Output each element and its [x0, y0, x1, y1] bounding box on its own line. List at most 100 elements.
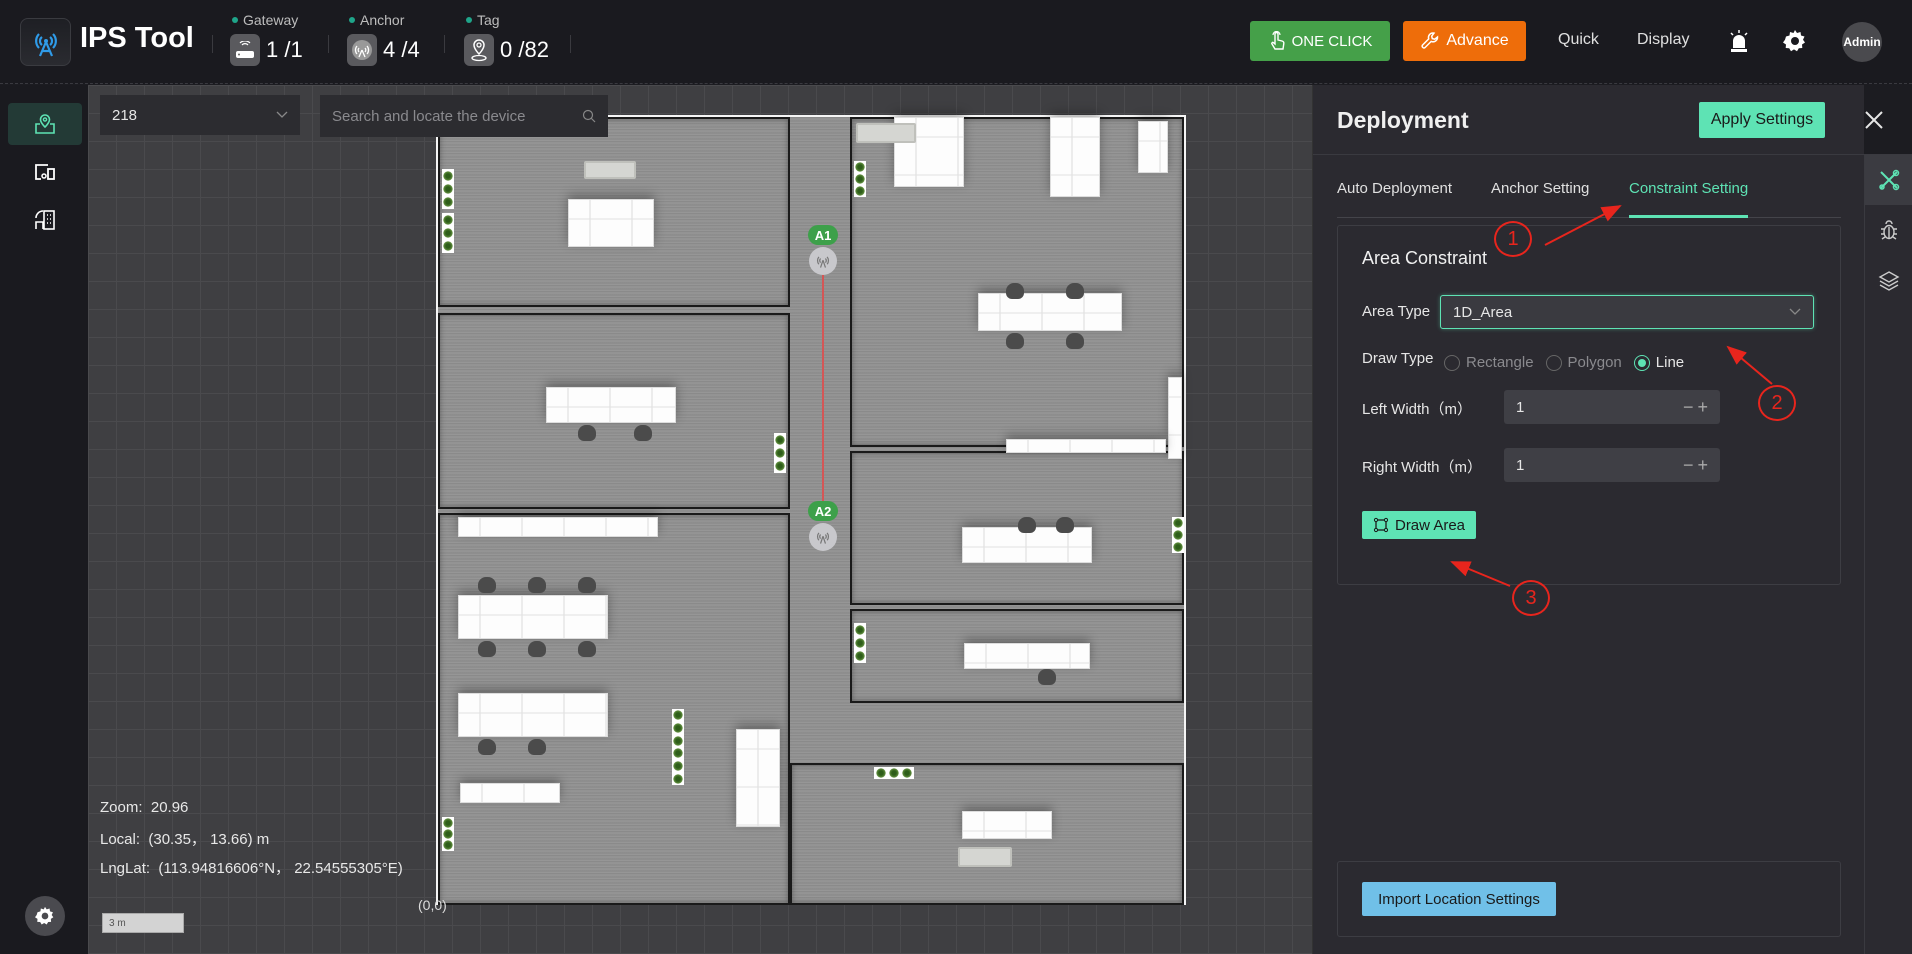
- draw-type-label: Draw Type: [1362, 350, 1434, 367]
- apply-settings-button[interactable]: Apply Settings: [1699, 102, 1825, 138]
- tab-auto-deployment[interactable]: Auto Deployment: [1337, 180, 1452, 218]
- user-avatar[interactable]: Admin: [1842, 22, 1882, 62]
- desk: [460, 783, 560, 803]
- sidebar-item-buildings[interactable]: [8, 199, 82, 241]
- device-search-input[interactable]: [332, 107, 572, 125]
- map-pin-icon: [35, 114, 55, 134]
- sidebar-item-devices[interactable]: [8, 151, 82, 193]
- area-type-select[interactable]: 1D_Area: [1440, 295, 1814, 329]
- chair: [1056, 517, 1074, 533]
- status-dot: [349, 17, 355, 23]
- tag-stat: Tag 0 /82: [464, 12, 549, 66]
- chair: [528, 641, 546, 657]
- lnglat-readout: LngLat: (113.94816606°N， 22.54555305°E): [100, 857, 403, 878]
- local-label: Local:: [100, 831, 141, 848]
- rail-item-debug[interactable]: [1865, 205, 1912, 255]
- rail-item-layers[interactable]: [1865, 255, 1912, 305]
- chair: [1066, 283, 1084, 299]
- right-width-value[interactable]: 1: [1516, 457, 1524, 474]
- gateway-stat: Gateway 1 /1: [230, 12, 303, 66]
- draw-area-label: Draw Area: [1394, 516, 1466, 534]
- import-location-settings-button[interactable]: Import Location Settings: [1362, 882, 1556, 916]
- floor-value: 218: [112, 106, 138, 124]
- hand-pointer-icon: [1270, 31, 1285, 50]
- quick-link[interactable]: Quick: [1558, 31, 1599, 49]
- chair: [1006, 283, 1024, 299]
- import-card: Import Location Settings: [1337, 861, 1841, 937]
- chair: [578, 641, 596, 657]
- left-sidebar: [0, 85, 88, 954]
- anchor-icon: [347, 34, 377, 66]
- chair: [1038, 669, 1056, 685]
- layers-icon: [1878, 271, 1900, 291]
- left-width-stepper[interactable]: 1 − +: [1504, 390, 1720, 424]
- settings-gear-icon[interactable]: [1782, 28, 1808, 54]
- plant: [854, 623, 866, 663]
- increment-button[interactable]: +: [1697, 397, 1708, 418]
- map-canvas[interactable]: A1 A2 218 Zoom: 20.96 Local: (30.35， 13.…: [88, 85, 1312, 954]
- divider: [212, 35, 213, 53]
- advance-label: Advance: [1446, 32, 1509, 49]
- right-width-stepper[interactable]: 1 − +: [1504, 448, 1720, 482]
- decrement-button[interactable]: −: [1683, 397, 1694, 418]
- app-logo: [20, 18, 71, 66]
- app-title: IPS Tool: [80, 22, 194, 54]
- scale-bar: 3 m: [102, 913, 184, 933]
- chair: [528, 739, 546, 755]
- map-settings-button[interactable]: [25, 896, 65, 936]
- advance-button[interactable]: Advance: [1403, 21, 1526, 61]
- desk: [978, 293, 1122, 331]
- radio-line[interactable]: [1633, 354, 1650, 371]
- local-value: (30.35， 13.66) m: [148, 831, 270, 848]
- panel-tabs: Auto Deployment Anchor Setting Constrain…: [1337, 180, 1841, 218]
- radio-line-label[interactable]: Line: [1656, 354, 1684, 371]
- zoom-label: Zoom:: [100, 799, 143, 816]
- display-link[interactable]: Display: [1637, 31, 1689, 49]
- one-click-label: ONE CLICK: [1291, 32, 1373, 50]
- desk: [546, 387, 676, 423]
- radio-rectangle[interactable]: [1444, 354, 1460, 371]
- sidebar-item-map[interactable]: [8, 103, 82, 145]
- deployment-panel: Deployment Apply Settings Auto Deploymen…: [1312, 85, 1912, 954]
- close-panel-button[interactable]: [1859, 105, 1889, 135]
- desk: [1050, 117, 1100, 197]
- tab-constraint-setting[interactable]: Constraint Setting: [1629, 180, 1749, 218]
- chair: [528, 577, 546, 593]
- tab-anchor-setting[interactable]: Anchor Setting: [1491, 180, 1589, 218]
- radio-rectangle-label[interactable]: Rectangle: [1466, 354, 1534, 371]
- sofa: [584, 161, 636, 179]
- increment-button[interactable]: +: [1697, 455, 1708, 476]
- status-dot: [232, 17, 238, 23]
- location-tag-icon: [464, 34, 494, 66]
- chair: [478, 641, 496, 657]
- anchor-a2-icon[interactable]: [809, 523, 837, 551]
- chair: [578, 577, 596, 593]
- desk: [962, 811, 1052, 839]
- chair: [1018, 517, 1036, 533]
- one-click-button[interactable]: ONE CLICK: [1250, 21, 1390, 61]
- radio-polygon[interactable]: [1545, 354, 1562, 371]
- sofa: [856, 123, 916, 143]
- rail-item-tools[interactable]: [1865, 155, 1912, 205]
- chair: [1066, 333, 1084, 349]
- decrement-button[interactable]: −: [1683, 455, 1694, 476]
- divider: [444, 35, 445, 53]
- constraint-line: [822, 273, 824, 501]
- local-readout: Local: (30.35， 13.66) m: [100, 828, 269, 849]
- area-constraint-title: Area Constraint: [1362, 248, 1488, 268]
- alarm-icon[interactable]: [1726, 28, 1752, 54]
- tag-label: Tag: [477, 12, 500, 28]
- origin-label: (0,0): [418, 897, 447, 913]
- chair: [478, 577, 496, 593]
- wrench-icon: [1421, 32, 1439, 49]
- anchor-a1-icon[interactable]: [809, 247, 837, 275]
- search-icon: [582, 109, 596, 123]
- radio-polygon-label[interactable]: Polygon: [1568, 354, 1622, 371]
- plant: [1172, 517, 1184, 553]
- draw-area-button[interactable]: Draw Area: [1362, 511, 1476, 539]
- left-width-value[interactable]: 1: [1516, 399, 1524, 416]
- floor-select[interactable]: 218: [100, 95, 300, 135]
- plant: [442, 817, 454, 851]
- device-search[interactable]: [320, 95, 608, 137]
- chair: [634, 425, 652, 441]
